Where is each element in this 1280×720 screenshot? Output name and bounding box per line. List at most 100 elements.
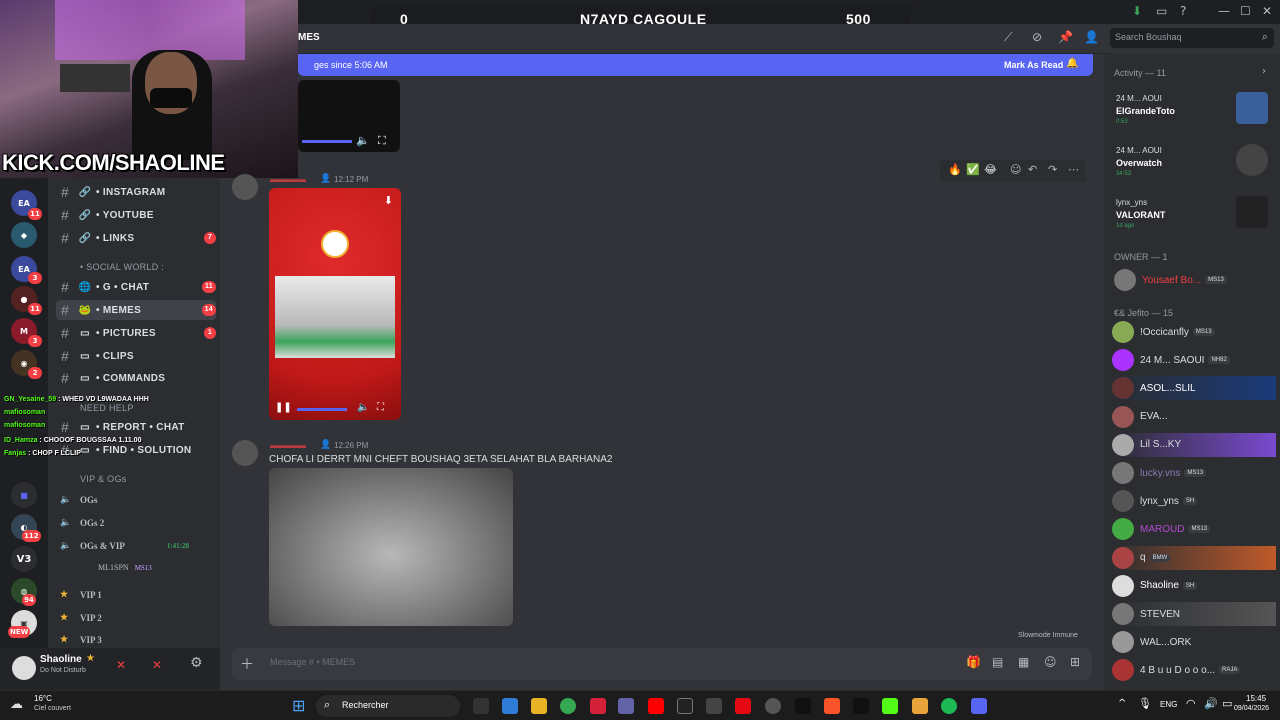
help-icon[interactable]: ? bbox=[1180, 4, 1186, 18]
task-view-icon[interactable] bbox=[473, 698, 489, 714]
channel-item[interactable]: # ▭ • REPORT • CHAT bbox=[56, 417, 216, 437]
tray-chevron-icon[interactable]: ^ bbox=[1118, 698, 1126, 709]
forward-icon[interactable]: ↷ bbox=[1048, 163, 1057, 176]
member-item[interactable]: q BMW bbox=[1112, 545, 1276, 570]
taskbar-search[interactable]: ⌕ Rechercher bbox=[316, 695, 460, 717]
member-item[interactable]: 4 B u u D o o o... RAJA bbox=[1112, 658, 1276, 682]
sticker-icon[interactable]: ▦ bbox=[1018, 655, 1029, 669]
weather-icon[interactable]: ☁ bbox=[10, 697, 23, 712]
fire-emoji-icon[interactable]: 🔥 bbox=[948, 163, 962, 176]
activity-card[interactable]: 24 M... AOUI ElGrandeToto 0:53 bbox=[1112, 92, 1272, 132]
emoji-icon[interactable]: ☺ bbox=[1044, 655, 1057, 669]
category-help[interactable]: NEED HELP bbox=[80, 403, 134, 413]
laugh-emoji-icon[interactable]: 😂 bbox=[984, 163, 997, 176]
voice-channel[interactable]: ★ VIP 1 bbox=[60, 589, 102, 600]
pause-icon[interactable]: ❚❚ bbox=[275, 402, 292, 413]
avatar[interactable] bbox=[12, 656, 36, 680]
channel-item[interactable]: # 🔗 • LINKS 7 bbox=[56, 228, 216, 248]
channel-item[interactable]: # ▭ • PICTURES 1 bbox=[56, 323, 216, 343]
download-icon[interactable]: ⬇ bbox=[384, 194, 393, 207]
voice-channel[interactable]: 🔈 OGs & VIP 1:41:28 bbox=[60, 540, 189, 551]
acrobat-icon[interactable] bbox=[590, 698, 606, 714]
volume-icon[interactable]: 🔈 bbox=[357, 402, 369, 413]
app-icon[interactable] bbox=[677, 698, 693, 714]
start-windows-icon[interactable]: ⊞ bbox=[292, 696, 305, 715]
volume-icon[interactable]: 🔈 bbox=[356, 134, 370, 147]
pin-icon[interactable]: 📌 bbox=[1058, 30, 1073, 44]
file-explorer-icon[interactable] bbox=[531, 698, 547, 714]
member-item[interactable]: lucky.vns MS13 bbox=[1112, 461, 1276, 485]
channel-item[interactable]: # ▭ • CLIPS bbox=[56, 346, 216, 366]
member-item[interactable]: EVA... bbox=[1112, 405, 1276, 429]
member-item[interactable]: ASOL...SLIL bbox=[1112, 376, 1276, 401]
check-emoji-icon[interactable]: ✅ bbox=[966, 163, 980, 176]
category-social[interactable]: • SOCIAL WORLD : bbox=[80, 262, 164, 272]
avatar[interactable] bbox=[232, 174, 258, 200]
activity-card[interactable]: 24 M... AOUI Overwatch 34:53 bbox=[1112, 144, 1272, 184]
close-icon[interactable]: ✕ bbox=[1262, 4, 1272, 18]
voice-user[interactable]: ML1SPN MS13 bbox=[98, 563, 152, 572]
message-composer[interactable]: ＋ Message # • MEMES 🎁 ▤ ▦ ☺ ⊞ bbox=[232, 648, 1092, 680]
member-item[interactable]: 24 M... SAOUI NH82 bbox=[1112, 348, 1276, 372]
reply-icon[interactable]: ↶ bbox=[1028, 163, 1037, 176]
voice-channel[interactable]: 🔈 OGs bbox=[60, 494, 98, 505]
fullscreen-icon[interactable]: ⛶ bbox=[378, 134, 386, 148]
mute-icon[interactable]: ✕ bbox=[116, 658, 126, 672]
app-icon[interactable] bbox=[853, 698, 869, 714]
video-progress[interactable] bbox=[302, 140, 352, 143]
gift-icon[interactable]: 🎁 bbox=[966, 655, 981, 669]
video-progress[interactable] bbox=[297, 408, 347, 411]
voice-channel[interactable]: ★ VIP 3 bbox=[60, 634, 102, 645]
author-name-redacted[interactable]: ▬▬▬▬ bbox=[270, 174, 306, 184]
member-item[interactable]: STEVEN bbox=[1112, 602, 1276, 626]
teams-icon[interactable] bbox=[618, 698, 634, 714]
member-item[interactable]: WAL...ORK bbox=[1112, 630, 1276, 654]
voice-channel[interactable]: ★ VIP 2 bbox=[60, 612, 102, 623]
channel-item[interactable]: # 🐸 • MEMES 14 bbox=[56, 300, 216, 320]
chrome-icon[interactable] bbox=[560, 698, 576, 714]
netflix-icon[interactable] bbox=[735, 698, 751, 714]
youtube-icon[interactable] bbox=[648, 698, 664, 714]
wifi-icon[interactable]: ◠ bbox=[1186, 697, 1196, 710]
video-attachment[interactable]: ⬇ ❚❚ 🔈 ⛶ bbox=[269, 188, 401, 420]
previous-video-player[interactable]: 🔈 ⛶ bbox=[298, 80, 400, 152]
author-name-redacted[interactable]: ▬▬▬▬ bbox=[270, 440, 306, 450]
app-icon[interactable] bbox=[765, 698, 781, 714]
battery-icon[interactable]: ▭ bbox=[1222, 697, 1232, 710]
kick-app-icon[interactable] bbox=[882, 698, 898, 714]
member-item[interactable]: !Occicanfly MS13 bbox=[1112, 320, 1276, 344]
gif-icon[interactable]: ▤ bbox=[992, 655, 1003, 669]
channel-item[interactable]: # 🔗 • INSTAGRAM bbox=[56, 182, 216, 202]
discord-icon[interactable] bbox=[971, 698, 987, 714]
app-icon[interactable] bbox=[706, 698, 722, 714]
app-icon[interactable] bbox=[795, 698, 811, 714]
apps-icon[interactable]: ⊞ bbox=[1070, 655, 1080, 669]
chevron-right-icon[interactable]: › bbox=[1262, 66, 1266, 77]
mark-as-read-button[interactable]: Mark As Read bbox=[1004, 60, 1063, 70]
language-indicator[interactable]: ENG bbox=[1160, 700, 1177, 709]
mic-icon[interactable]: 🎙 bbox=[1138, 697, 1152, 710]
notifications-icon[interactable]: ⊘ bbox=[1032, 30, 1042, 44]
clock-time[interactable]: 15:45 bbox=[1246, 694, 1266, 703]
image-attachment[interactable] bbox=[269, 468, 513, 626]
update-icon[interactable]: ⬇ bbox=[1132, 4, 1142, 18]
fullscreen-icon[interactable]: ⛶ bbox=[377, 402, 384, 413]
member-owner[interactable]: Yousaef Bo... MS13 bbox=[1114, 268, 1278, 292]
add-attachment-icon[interactable]: ＋ bbox=[240, 654, 254, 674]
channel-item[interactable]: # 🔗 • YOUTUBE bbox=[56, 205, 216, 225]
more-icon[interactable]: ⋯ bbox=[1068, 163, 1079, 176]
inbox-icon[interactable]: ▭ bbox=[1156, 4, 1167, 18]
speaker-icon[interactable]: 🔊 bbox=[1204, 697, 1218, 710]
settings-gear-icon[interactable]: ⚙ bbox=[190, 655, 203, 671]
new-messages-bar[interactable]: ges since 5:06 AM Mark As Read 🔔 bbox=[298, 54, 1093, 76]
search-box[interactable]: Search Boushaq ⌕ bbox=[1110, 28, 1274, 48]
server-v3[interactable]: V3 bbox=[11, 546, 37, 572]
minimize-icon[interactable]: — bbox=[1218, 4, 1230, 18]
threads-icon[interactable]: ⟋ bbox=[1004, 30, 1012, 45]
add-reaction-icon[interactable]: ☺ bbox=[1010, 163, 1021, 176]
spotify-icon[interactable] bbox=[941, 698, 957, 714]
activity-card[interactable]: lynx_yns VALORANT 1d ago bbox=[1112, 196, 1272, 236]
maximize-icon[interactable]: ☐ bbox=[1240, 4, 1251, 18]
brave-icon[interactable] bbox=[824, 698, 840, 714]
app-icon[interactable] bbox=[912, 698, 928, 714]
